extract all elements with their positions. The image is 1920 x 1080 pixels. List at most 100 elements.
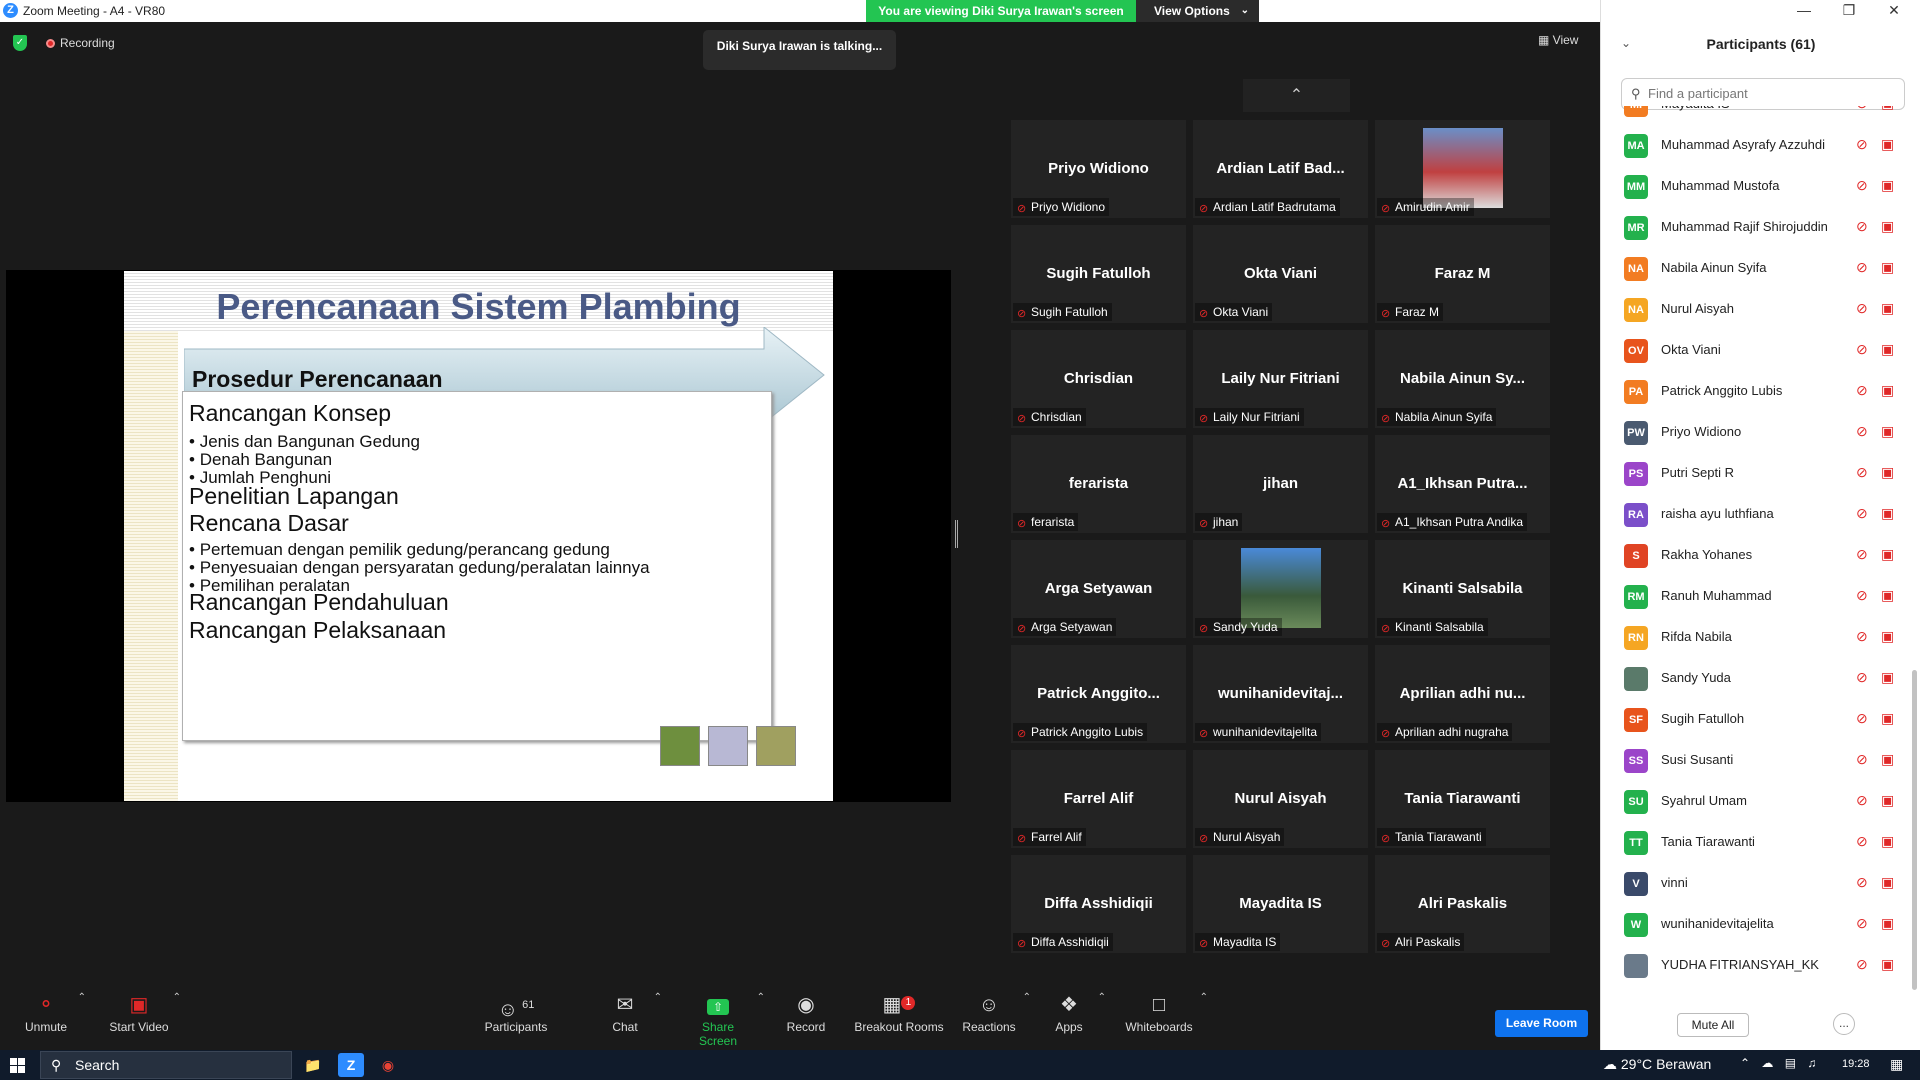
restore-icon[interactable]: ❐ (1834, 2, 1864, 19)
avatar: MI (1624, 106, 1648, 117)
participant-row[interactable]: RM Ranuh Muhammad ⊘ ▣ (1601, 576, 1906, 617)
chat-button[interactable]: ✉ Chat ⌃ (610, 990, 662, 1047)
video-tile[interactable]: A1_Ikhsan Putra... ⊘ A1_Ikhsan Putra Andik… (1375, 435, 1550, 533)
participant-row[interactable]: OV Okta Viani ⊘ ▣ (1601, 330, 1906, 371)
unmute-button[interactable]: ⚬ Unmute ⌃ (18, 990, 86, 1047)
video-tile[interactable]: Nurul Aisyah ⊘ Nurul Aisyah (1193, 750, 1368, 848)
reactions-button[interactable]: ☺ Reactions ⌃ (961, 990, 1031, 1047)
tile-display-name: jihan (1262, 475, 1298, 492)
participant-row[interactable]: Sandy Yuda ⊘ ▣ (1601, 658, 1906, 699)
participant-row[interactable]: MM Muhammad Mustofa ⊘ ▣ (1601, 166, 1906, 207)
chat-options-caret[interactable]: ⌃ (654, 992, 662, 1003)
split-divider-handle[interactable] (955, 520, 958, 548)
video-tile[interactable]: Sugih Fatulloh ⊘ Sugih Fatulloh (1011, 225, 1186, 323)
slide-bullet: Penyesuaian dengan persyaratan gedung/pe… (189, 558, 650, 578)
tile-name-label: ⊘ Ardian Latif Badrutama (1195, 198, 1340, 216)
participant-row[interactable]: TT Tania Tiarawanti ⊘ ▣ (1601, 822, 1906, 863)
whiteboards-options-caret[interactable]: ⌃ (1200, 992, 1208, 1003)
participant-row[interactable]: Vvinni ⊘ ▣ (1601, 863, 1906, 904)
tile-display-name: wunihanidevitaj... (1217, 685, 1344, 702)
video-off-icon: ▣ (1881, 382, 1895, 398)
leave-room-button[interactable]: Leave Room (1495, 1010, 1588, 1037)
participant-row[interactable]: PS Putri Septi R ⊘ ▣ (1601, 453, 1906, 494)
apps-options-caret[interactable]: ⌃ (1098, 992, 1106, 1003)
view-options-button[interactable]: View Options ⌄ (1136, 0, 1259, 22)
participant-row[interactable]: SU Syahrul Umam ⊘ ▣ (1601, 781, 1906, 822)
windows-start-icon[interactable] (10, 1058, 25, 1073)
recording-indicator[interactable]: Recording (46, 36, 115, 50)
video-tile[interactable]: Arga Setyawan ⊘ Arga Setyawan (1011, 540, 1186, 638)
tile-name-label: ⊘ Nabila Ainun Syifa (1377, 408, 1497, 426)
start-video-button[interactable]: ▣ Start Video ⌃ (105, 990, 181, 1047)
participant-row[interactable]: RA raisha ayu luthfiana ⊘ ▣ (1601, 494, 1906, 535)
slide-heading: Penelitian Lapangan (189, 483, 399, 509)
video-tile[interactable]: jihan ⊘ jihan (1193, 435, 1368, 533)
participant-row[interactable]: NA Nabila Ainun Syifa ⊘ ▣ (1601, 248, 1906, 289)
participant-row[interactable]: YUDHA FITRIANSYAH_KK ⊘ ▣ (1601, 945, 1906, 986)
deco-image-2 (708, 726, 748, 766)
participant-row[interactable]: SS Susi Susanti ⊘ ▣ (1601, 740, 1906, 781)
video-tile[interactable]: Okta Viani ⊘ Okta Viani (1193, 225, 1368, 323)
participant-row[interactable]: MI Mayadita IS ⊘ ▣ (1601, 106, 1906, 125)
system-tray-icons[interactable]: ⌃ ☁ ▤ ♫ (1740, 1056, 1820, 1070)
video-tile[interactable]: Priyo Widiono ⊘ Priyo Widiono (1011, 120, 1186, 218)
taskbar-search-box[interactable]: ⚲ Search (40, 1051, 292, 1079)
close-icon[interactable]: ✕ (1879, 2, 1909, 19)
participant-list[interactable]: MI Mayadita IS ⊘ ▣ MA Muhammad Asyrafy Azzuhd… (1601, 106, 1906, 996)
video-tile[interactable]: ferarista ⊘ ferarista (1011, 435, 1186, 533)
video-tile[interactable]: Tania Tiarawanti ⊘ Tania Tiarawanti (1375, 750, 1550, 848)
video-off-icon: ▣ (1881, 464, 1895, 480)
notification-icon[interactable]: ▦ (1890, 1056, 1903, 1073)
participants-button[interactable]: ☺ 61 Participants (483, 990, 549, 1047)
participant-row[interactable]: Wwunihanidevitajelita ⊘ ▣ (1601, 904, 1906, 945)
share-screen-button[interactable]: ⇧ Share Screen ⌃ (683, 990, 765, 1048)
zoom-app-icon[interactable]: Z (338, 1053, 364, 1077)
record-button[interactable]: ◉ Record (786, 990, 826, 1047)
reactions-options-caret[interactable]: ⌃ (1023, 992, 1031, 1003)
video-tile[interactable]: Mayadita IS ⊘ Mayadita IS (1193, 855, 1368, 953)
microphone-muted-icon: ⚬ (37, 994, 55, 1016)
video-tile[interactable]: Chrisdian ⊘ Chrisdian (1011, 330, 1186, 428)
audio-options-caret[interactable]: ⌃ (78, 992, 86, 1003)
participant-list-scrollbar[interactable] (1912, 670, 1917, 990)
participant-row[interactable]: PW Priyo Widiono ⊘ ▣ (1601, 412, 1906, 453)
security-shield-icon[interactable]: ✓ (13, 35, 27, 51)
share-options-caret[interactable]: ⌃ (757, 992, 765, 1003)
weather-widget[interactable]: ☁ 29°C Berawan (1603, 1056, 1711, 1073)
video-tile[interactable]: Alri Paskalis ⊘ Alri Paskalis (1375, 855, 1550, 953)
participant-row[interactable]: S Rakha Yohanes ⊘ ▣ (1601, 535, 1906, 576)
video-tile[interactable]: Kinanti Salsabila ⊘ Kinanti Salsabila (1375, 540, 1550, 638)
muted-mic-icon: ⊘ (1856, 259, 1868, 275)
tile-label-text: Priyo Widiono (1031, 200, 1106, 214)
video-tile[interactable]: ⊘ Amirudin Amir (1375, 120, 1550, 218)
search-icon: ⚲ (51, 1057, 62, 1073)
participant-row[interactable]: MA Muhammad Asyrafy Azzuhdi ⊘ ▣ (1601, 125, 1906, 166)
apps-button[interactable]: ❖ Apps ⌃ (1052, 990, 1106, 1047)
chrome-icon[interactable]: ◉ (375, 1053, 401, 1077)
more-options-button[interactable]: ... (1833, 1013, 1855, 1035)
video-tile[interactable]: Patrick Anggito... ⊘ Patrick Anggito Lubis (1011, 645, 1186, 743)
video-tile[interactable]: Laily Nur Fitriani ⊘ Laily Nur Fitriani (1193, 330, 1368, 428)
participant-row[interactable]: RN Rifda Nabila ⊘ ▣ (1601, 617, 1906, 658)
participant-row[interactable]: SF Sugih Fatulloh ⊘ ▣ (1601, 699, 1906, 740)
participant-row[interactable]: PA Patrick Anggito Lubis ⊘ ▣ (1601, 371, 1906, 412)
file-explorer-icon[interactable]: 📁 (300, 1053, 326, 1077)
video-tile[interactable]: wunihanidevitaj... ⊘ wunihanidevitajelita (1193, 645, 1368, 743)
video-tile[interactable]: Faraz M ⊘ Faraz M (1375, 225, 1550, 323)
video-tile[interactable]: Farrel Alif ⊘ Farrel Alif (1011, 750, 1186, 848)
taskbar-clock[interactable]: 19:28 (1842, 1058, 1870, 1070)
video-tile[interactable]: Ardian Latif Bad... ⊘ Ardian Latif Badruta… (1193, 120, 1368, 218)
video-tile[interactable]: ⊘ Sandy Yuda (1193, 540, 1368, 638)
breakout-rooms-button[interactable]: ▦ 1 Breakout Rooms (854, 990, 944, 1047)
participant-row[interactable]: NA Nurul Aisyah ⊘ ▣ (1601, 289, 1906, 330)
minimize-icon[interactable]: — (1789, 2, 1819, 18)
mute-all-button[interactable]: Mute All (1677, 1013, 1749, 1037)
whiteboards-button[interactable]: □ Whiteboards ⌃ (1124, 990, 1208, 1047)
video-tile[interactable]: Diffa Asshidiqii ⊘ Diffa Asshidiqii (1011, 855, 1186, 953)
gallery-page-up-button[interactable]: ⌃ (1243, 79, 1350, 112)
view-button[interactable]: ▦ View (1538, 33, 1578, 47)
video-options-caret[interactable]: ⌃ (173, 992, 181, 1003)
video-tile[interactable]: Nabila Ainun Sy... ⊘ Nabila Ainun Syifa (1375, 330, 1550, 428)
video-tile[interactable]: Aprilian adhi nu... ⊘ Aprilian adhi nugrah… (1375, 645, 1550, 743)
participant-row[interactable]: MR Muhammad Rajif Shirojuddin ⊘ ▣ (1601, 207, 1906, 248)
